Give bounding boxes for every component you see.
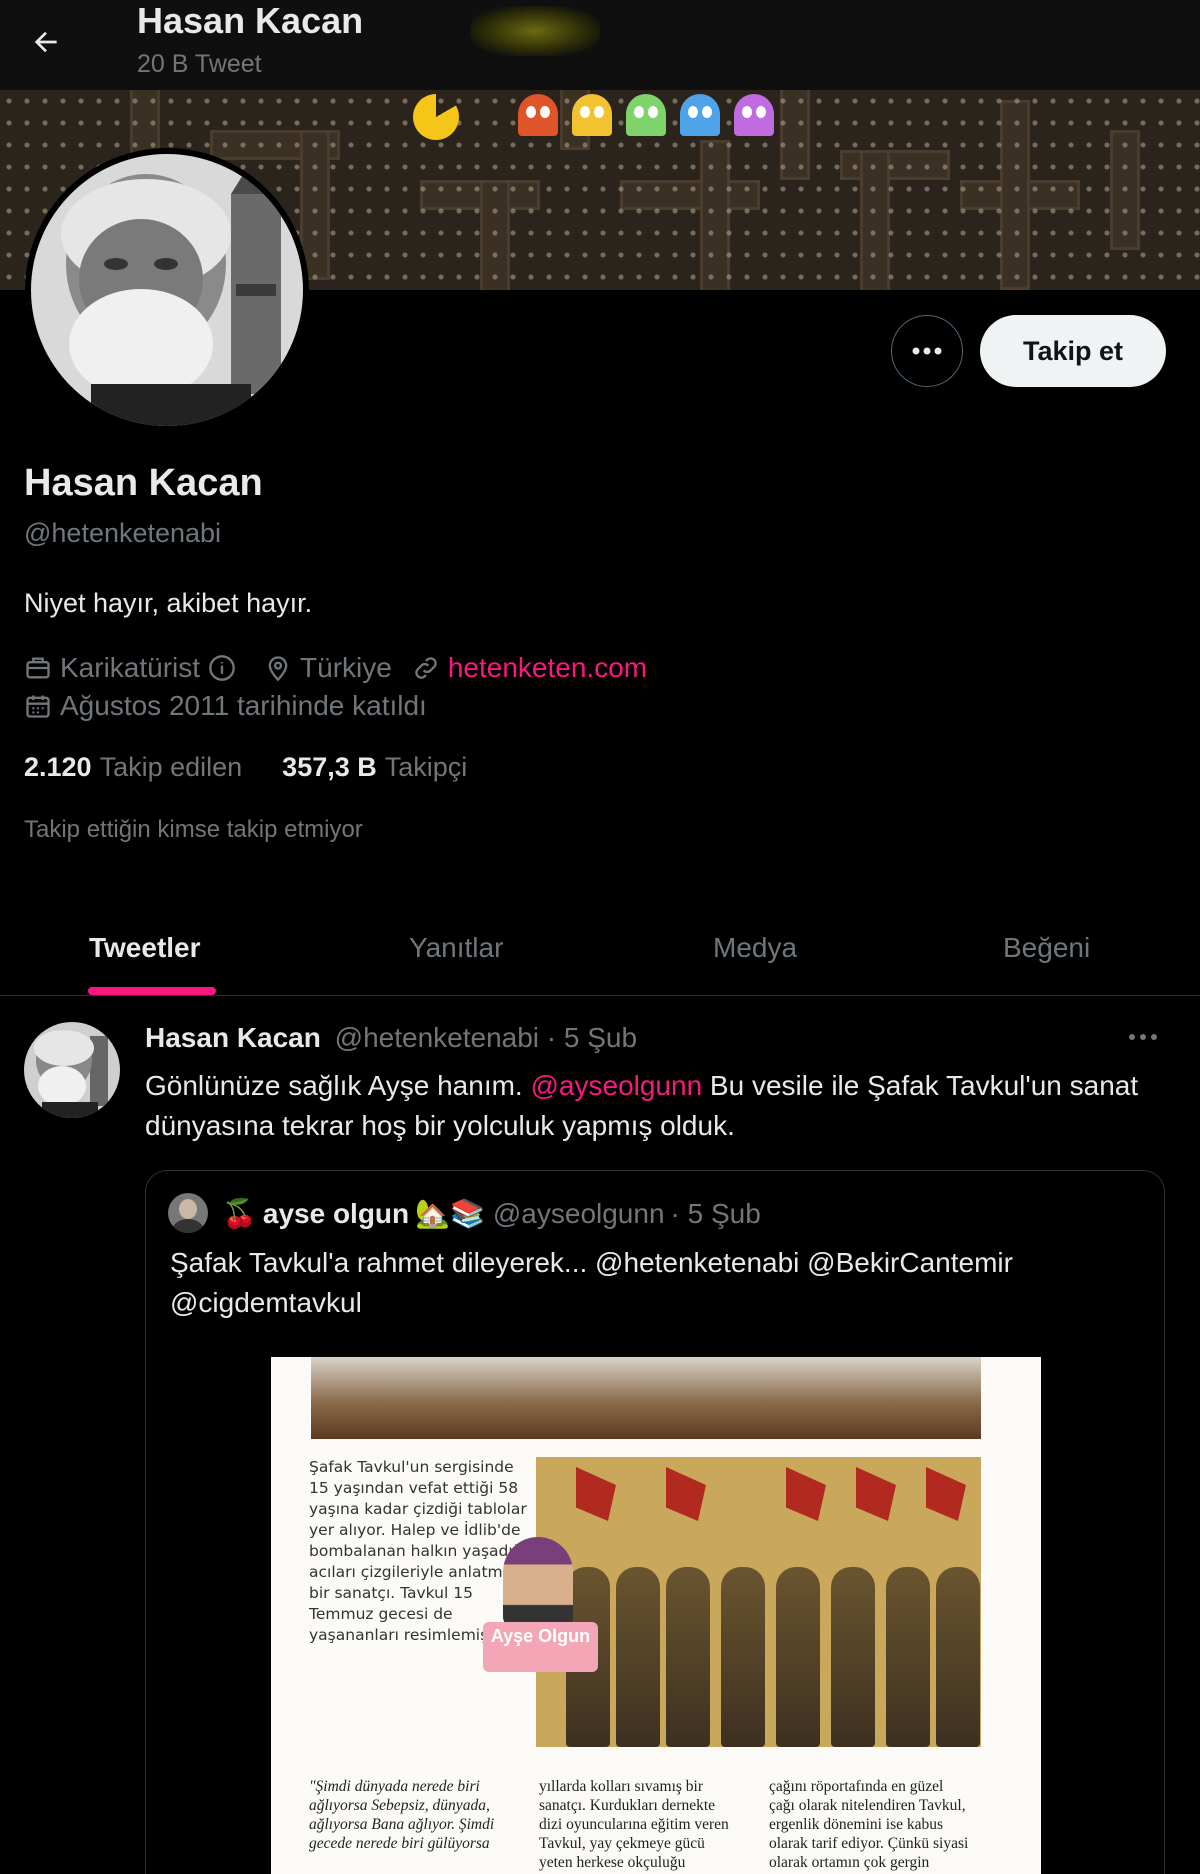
back-arrow-icon bbox=[34, 31, 57, 53]
profession-text: Karikatürist bbox=[60, 652, 201, 683]
follow-stats: 2.120 Takip edilen 357,3 B Takipçi bbox=[24, 752, 507, 783]
author-badge: Ayşe Olgun bbox=[483, 1622, 598, 1672]
author-portrait bbox=[503, 1537, 573, 1627]
header-title: Hasan Kacan bbox=[137, 0, 364, 41]
tweet-date[interactable]: · 5 Şub bbox=[547, 1022, 637, 1053]
profession: Karikatürist bbox=[24, 652, 244, 684]
magazine-column-2: yıllarda kolları sıvamış bir sanatçı. Ku… bbox=[539, 1778, 729, 1874]
pacman-icon bbox=[413, 94, 459, 140]
calendar-icon bbox=[26, 695, 50, 718]
joined-row: Ağustos 2011 tarihinde katıldı bbox=[24, 690, 427, 722]
tweet-more-button[interactable] bbox=[1128, 1028, 1158, 1046]
followers-stat[interactable]: 357,3 B Takipçi bbox=[282, 752, 467, 783]
profile-tabs: Tweetler Yanıtlar Medya Beğeni bbox=[0, 900, 1200, 996]
website[interactable]: hetenketen.com bbox=[412, 652, 647, 684]
location: Türkiye bbox=[264, 652, 392, 684]
profile-meta-row: Karikatürist Türkiye hetenketen.com bbox=[24, 652, 667, 684]
tab-replies[interactable]: Yanıtlar bbox=[409, 900, 503, 996]
quote-image[interactable]: Şafak Tavkul'un sergisinde 15 yaşından v… bbox=[271, 1357, 1041, 1874]
following-stat[interactable]: 2.120 Takip edilen bbox=[24, 752, 242, 783]
house-books-emoji: 🏡📚 bbox=[415, 1198, 485, 1229]
link-icon bbox=[415, 657, 437, 679]
follow-button[interactable]: Takip et bbox=[980, 315, 1166, 387]
tweet-mention[interactable]: @ayseolgunn bbox=[531, 1070, 703, 1101]
magazine-artwork bbox=[536, 1457, 981, 1747]
profile-name: Hasan Kacan bbox=[24, 462, 263, 504]
briefcase-icon bbox=[26, 657, 50, 679]
quote-header: 🍒 ayse olgun 🏡📚 @ayseolgunn · 5 Şub bbox=[222, 1197, 761, 1230]
info-icon[interactable] bbox=[208, 654, 236, 682]
profile-avatar[interactable] bbox=[25, 148, 309, 432]
magazine-caption: Şafak Tavkul'un sergisinde 15 yaşından v… bbox=[309, 1458, 527, 1644]
magazine-photo bbox=[311, 1357, 981, 1439]
tab-media[interactable]: Medya bbox=[713, 900, 797, 996]
ghost-icon bbox=[734, 94, 774, 136]
more-dots-icon bbox=[1129, 1034, 1157, 1040]
more-options-button[interactable] bbox=[891, 315, 963, 387]
tab-tweets[interactable]: Tweetler bbox=[89, 900, 201, 996]
quote-text: Şafak Tavkul'a rahmet dileyerek... @hete… bbox=[170, 1247, 1013, 1318]
magazine-column-3: çağını röportafında en güzel çağı olarak… bbox=[769, 1778, 969, 1874]
tweet-text: Gönlünüze sağlık Ayşe hanım. @ayseolgunn… bbox=[145, 1070, 1139, 1141]
ghost-icon bbox=[680, 94, 720, 136]
tab-likes[interactable]: Beğeni bbox=[1003, 900, 1090, 996]
quote-handle[interactable]: @ayseolgunn bbox=[493, 1198, 665, 1230]
quote-date: · 5 Şub bbox=[670, 1197, 761, 1229]
tweet-author[interactable]: Hasan Kacan bbox=[145, 1022, 321, 1053]
tweet-handle[interactable]: @hetenketenabi bbox=[335, 1022, 539, 1053]
active-tab-indicator bbox=[88, 987, 216, 995]
joined-text: Ağustos 2011 tarihinde katıldı bbox=[60, 690, 427, 721]
profile-bio: Niyet hayır, akibet hayır. bbox=[24, 588, 313, 618]
magazine-column-1: "Şimdi dünyada nerede biri ağlıyorsa Seb… bbox=[309, 1778, 495, 1852]
location-pin-icon bbox=[268, 656, 288, 682]
ghost-icon bbox=[572, 94, 612, 136]
back-button[interactable] bbox=[22, 18, 70, 66]
profile-handle: @hetenketenabi bbox=[24, 518, 222, 548]
mutuals-note: Takip ettiğin kimse takip etmiyor bbox=[24, 816, 363, 843]
tweet-avatar[interactable] bbox=[24, 1022, 120, 1118]
header-tweet-count: 20 B Tweet bbox=[137, 50, 262, 78]
ghost-icon bbox=[626, 94, 666, 136]
quoted-tweet[interactable]: 🍒 ayse olgun 🏡📚 @ayseolgunn · 5 Şub Şafa… bbox=[145, 1170, 1165, 1874]
website-link[interactable]: hetenketen.com bbox=[448, 652, 647, 684]
blurred-element bbox=[470, 6, 600, 56]
location-text: Türkiye bbox=[300, 652, 392, 683]
quote-avatar[interactable] bbox=[168, 1193, 208, 1233]
more-dots-icon bbox=[912, 347, 942, 355]
quote-author[interactable]: ayse olgun bbox=[263, 1198, 409, 1230]
tweet-header: Hasan Kacan @hetenketenabi · 5 Şub bbox=[145, 1022, 637, 1054]
top-bar: Hasan Kacan 20 B Tweet bbox=[0, 0, 1200, 90]
cherry-emoji: 🍒 bbox=[222, 1198, 257, 1229]
ghost-icon bbox=[518, 94, 558, 136]
